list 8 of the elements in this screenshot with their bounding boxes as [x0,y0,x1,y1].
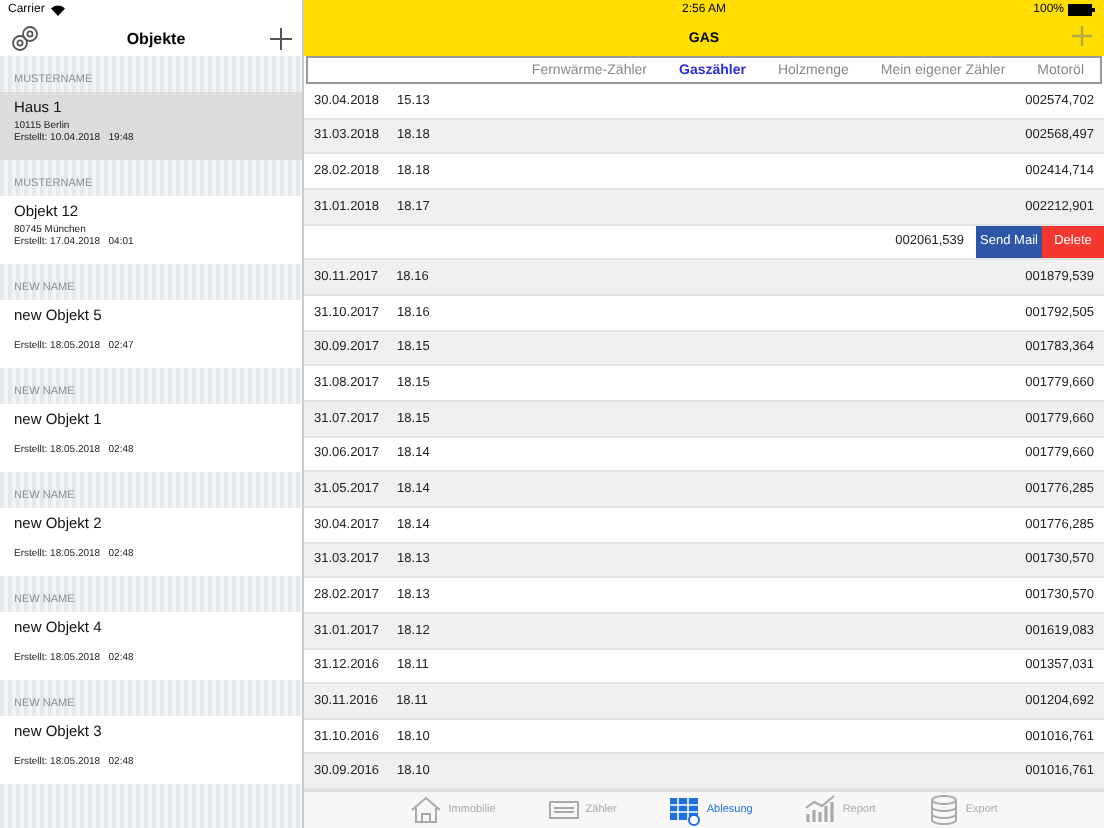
house-icon [410,794,443,826]
chart-icon [804,794,837,826]
settings-icon[interactable] [10,24,42,52]
add-icon[interactable] [270,27,292,49]
battery-icon [1068,4,1096,16]
database-icon [927,794,960,826]
sidebar-title: Objekte [126,29,186,47]
wifi-icon [50,4,67,16]
